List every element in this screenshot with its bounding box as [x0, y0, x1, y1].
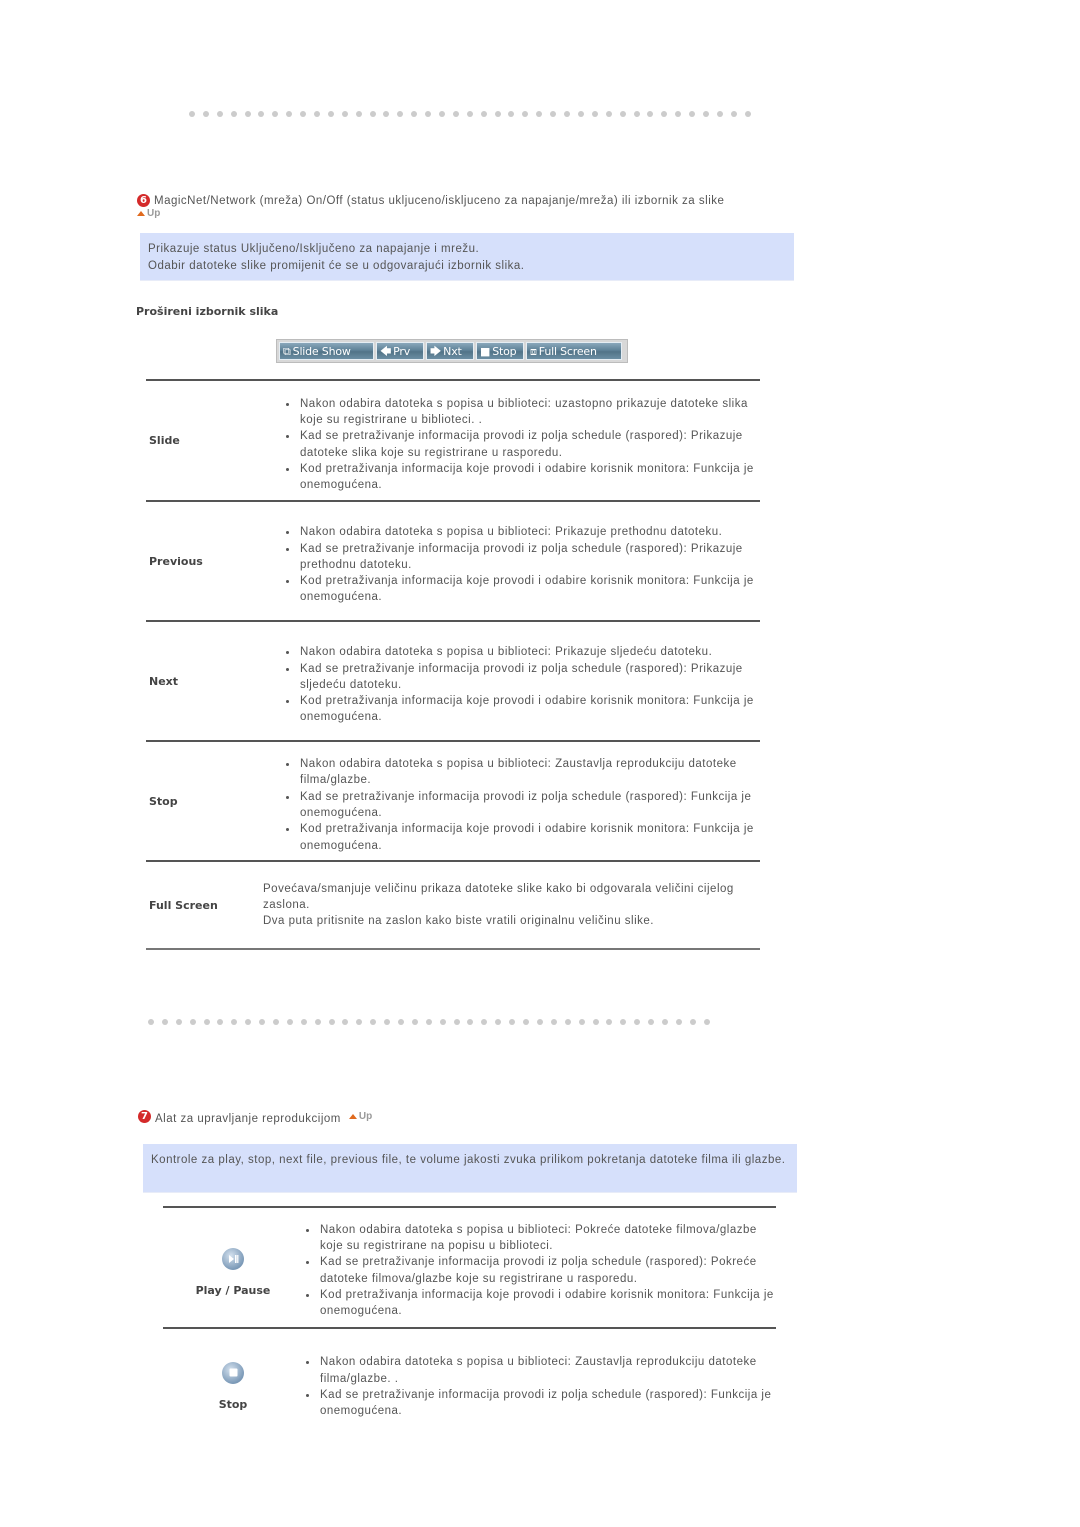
slideshow-icon: ⧉ — [283, 344, 291, 358]
row-description: Nakon odabira datoteka s popisa u biblio… — [283, 501, 760, 621]
list-item: Kad se pretraživanje informacija provodi… — [303, 1387, 776, 1420]
info-box: Kontrole za play, stop, next file, previ… — [143, 1144, 797, 1193]
paragraph: Povećava/smanjuje veličinu prikaza datot… — [263, 882, 734, 911]
table-row: Next Nakon odabira datoteka s popisa u b… — [146, 621, 760, 741]
previous-button[interactable]: 🡄 Prv — [376, 342, 424, 360]
list-item: Kad se pretraživanje informacija provodi… — [303, 1254, 776, 1287]
table-row: Full Screen Povećava/smanjuje veličinu p… — [146, 861, 760, 949]
info-box: Prikazuje status Uključeno/Isključeno za… — [140, 233, 794, 281]
row-description: Nakon odabira datoteka s popisa u biblio… — [303, 1328, 776, 1433]
button-label: Stop — [492, 344, 517, 358]
stop-icon[interactable] — [222, 1361, 244, 1384]
info-line: Kontrole za play, stop, next file, previ… — [151, 1154, 786, 1166]
button-label: Prv — [393, 344, 411, 358]
list-item: Kod pretraživanja informacija koje provo… — [283, 573, 760, 606]
section-6-heading: 6 MagicNet/Network (mreža) On/Off (statu… — [137, 194, 797, 219]
row-label-cell: Stop — [163, 1328, 303, 1433]
button-label: Nxt — [443, 344, 462, 358]
list-item: Nakon odabira datoteka s popisa u biblio… — [283, 396, 760, 429]
table-row: Stop Nakon odabira datoteka s popisa u b… — [163, 1328, 776, 1433]
list-item: Kad se pretraživanje informacija provodi… — [283, 789, 760, 822]
list-item: Nakon odabira datoteka s popisa u biblio… — [303, 1222, 776, 1255]
row-label: Next — [149, 674, 179, 688]
list-item: Kod pretraživanja informacija koje provo… — [283, 693, 760, 726]
table-row: Slide Nakon odabira datoteka s popisa u … — [146, 380, 760, 501]
row-label: Slide — [149, 434, 180, 447]
list-item: Nakon odabira datoteka s popisa u biblio… — [303, 1354, 776, 1387]
subheading: Prošireni izbornik slika — [136, 305, 279, 318]
row-description: Povećava/smanjuje veličinu prikaza datot… — [263, 861, 760, 949]
section-6-title: MagicNet/Network (mreža) On/Off (status … — [154, 194, 725, 207]
image-menu-table: Slide Nakon odabira datoteka s popisa u … — [146, 379, 760, 950]
number-6-icon: 6 — [137, 194, 150, 207]
dotted-separator — [189, 111, 759, 117]
arrow-left-icon: 🡄 — [380, 344, 392, 358]
up-link[interactable]: Up — [137, 208, 160, 219]
up-link-label: Up — [147, 208, 161, 219]
row-description: Nakon odabira datoteka s popisa u biblio… — [283, 380, 760, 501]
info-line: Odabir datoteke slike promijenit će se u… — [148, 259, 525, 272]
table-row: Stop Nakon odabira datoteka s popisa u b… — [146, 741, 760, 861]
section-7-heading: 7 Alat za upravljanje reprodukcijom Up — [138, 1107, 372, 1125]
playback-controls-table: Play / Pause Nakon odabira datoteka s po… — [163, 1206, 776, 1433]
dotted-separator — [148, 1019, 718, 1025]
list-item: Nakon odabira datoteka s popisa u biblio… — [283, 756, 760, 789]
list-item: Nakon odabira datoteka s popisa u biblio… — [283, 644, 760, 660]
row-label: Stop — [218, 1397, 248, 1411]
stop-square-icon: ■ — [480, 344, 491, 358]
image-toolbar: ⧉ Slide Show 🡄 Prv 🡆 Nxt ■ Stop ⧈ Full S… — [276, 339, 628, 363]
list-item: Kod pretraživanja informacija koje provo… — [283, 821, 760, 854]
row-label: Stop — [149, 794, 178, 808]
number-7-icon: 7 — [138, 1109, 151, 1123]
up-arrow-icon — [348, 1113, 357, 1119]
row-label-cell: Play / Pause — [163, 1207, 303, 1328]
table-row: Play / Pause Nakon odabira datoteka s po… — [163, 1207, 776, 1328]
list-item: Kod pretraživanja informacija koje provo… — [283, 461, 760, 494]
slide-show-button[interactable]: ⧉ Slide Show — [279, 342, 374, 360]
up-link[interactable]: Up — [348, 1110, 373, 1122]
list-item: Kad se pretraživanje informacija provodi… — [283, 661, 760, 694]
row-description: Nakon odabira datoteka s popisa u biblio… — [283, 741, 760, 861]
row-description: Nakon odabira datoteka s popisa u biblio… — [303, 1207, 776, 1328]
stop-button[interactable]: ■ Stop — [476, 342, 524, 360]
list-item: Nakon odabira datoteka s popisa u biblio… — [283, 524, 760, 540]
row-description: Nakon odabira datoteka s popisa u biblio… — [283, 621, 760, 741]
table-row: Previous Nakon odabira datoteka s popisa… — [146, 501, 760, 621]
list-item: Kad se pretraživanje informacija provodi… — [283, 541, 760, 574]
button-label: Slide Show — [292, 344, 351, 358]
row-label: Previous — [149, 554, 203, 568]
up-link-label: Up — [358, 1110, 373, 1122]
arrow-right-icon: 🡆 — [430, 344, 442, 358]
row-label: Play / Pause — [195, 1284, 271, 1297]
list-item: Kod pretraživanja informacija koje provo… — [303, 1287, 776, 1320]
fullscreen-icon: ⧈ — [530, 344, 537, 358]
paragraph: Dva puta pritisnite na zaslon kako biste… — [263, 915, 654, 928]
up-arrow-icon — [137, 211, 145, 216]
button-label: Full Screen — [538, 344, 597, 358]
info-line: Prikazuje status Uključeno/Isključeno za… — [148, 243, 480, 255]
list-item: Kad se pretraživanje informacija provodi… — [283, 428, 760, 461]
next-button[interactable]: 🡆 Nxt — [426, 342, 474, 360]
play-pause-icon[interactable] — [222, 1248, 244, 1270]
section-7-title: Alat za upravljanje reprodukcijom — [155, 1113, 341, 1125]
full-screen-button[interactable]: ⧈ Full Screen — [526, 342, 622, 360]
